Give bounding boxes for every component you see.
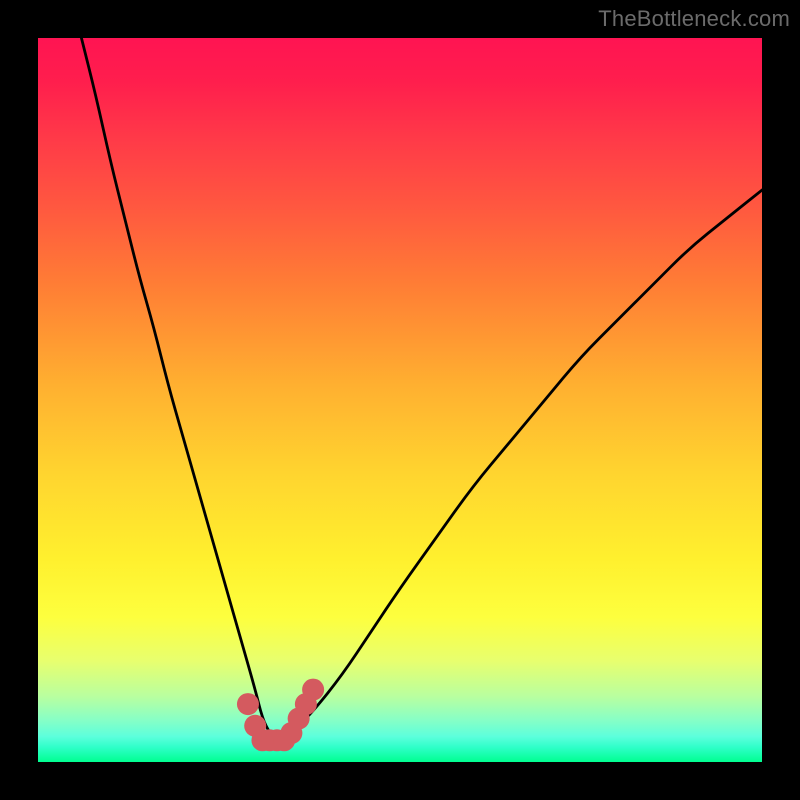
highlight-dot <box>237 693 259 715</box>
chart-frame: TheBottleneck.com <box>0 0 800 800</box>
bottleneck-curve-path <box>81 38 762 740</box>
watermark-text: TheBottleneck.com <box>598 6 790 32</box>
plot-area <box>38 38 762 762</box>
curve-svg <box>38 38 762 762</box>
bottleneck-curve <box>81 38 762 740</box>
highlight-dot <box>302 679 324 701</box>
